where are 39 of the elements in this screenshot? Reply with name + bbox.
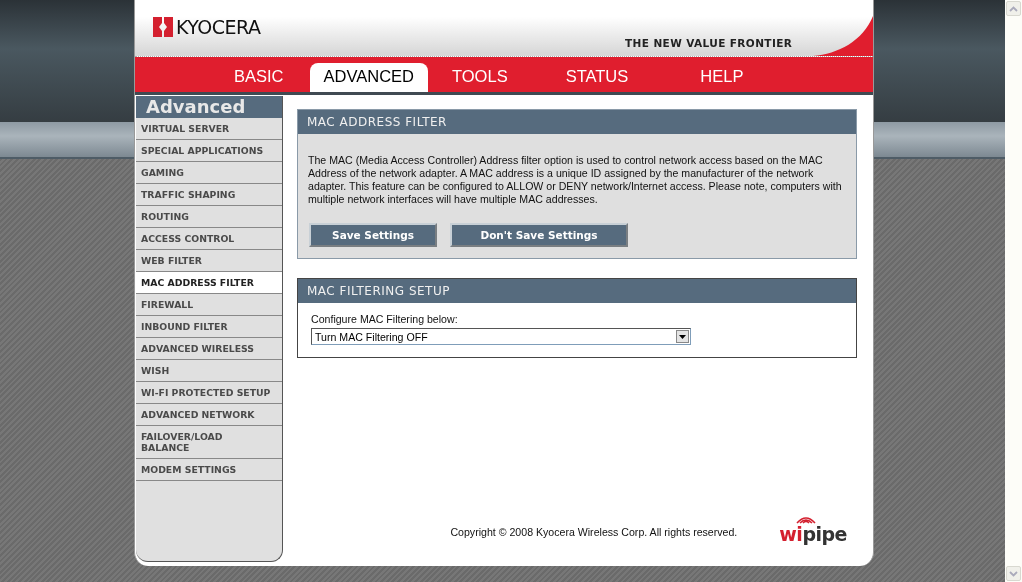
scrollbar[interactable]: [1005, 0, 1022, 582]
settings-button[interactable]: Don't Save Settings: [450, 223, 628, 247]
filtering-select[interactable]: Turn MAC Filtering OFF: [311, 328, 691, 345]
sidebar-item[interactable]: WI-FI PROTECTED SETUP: [136, 382, 282, 404]
chevron-down-icon: [1009, 570, 1018, 577]
sidebar-item[interactable]: GAMING: [136, 162, 282, 184]
sidebar-item[interactable]: TRAFFIC SHAPING: [136, 184, 282, 206]
sidebar-item[interactable]: ADVANCED NETWORK: [136, 404, 282, 426]
settings-button[interactable]: Save Settings: [309, 223, 437, 247]
footer-logo: wipipe: [779, 515, 847, 544]
panel-title: MAC FILTERING SETUP: [298, 279, 856, 303]
field-label: Configure MAC Filtering below:: [311, 313, 459, 325]
sidebar-item[interactable]: FIREWALL: [136, 294, 282, 316]
signal-waves-icon: [796, 515, 817, 524]
scroll-down-button[interactable]: [1006, 566, 1021, 581]
nav-tab[interactable]: ADVANCED: [309, 63, 428, 92]
nav-tab[interactable]: STATUS: [551, 63, 643, 92]
chevron-up-icon: [1009, 5, 1018, 12]
sidebar-title: Advanced: [136, 96, 282, 118]
sidebar-item[interactable]: FAILOVER/LOAD BALANCE: [136, 426, 282, 459]
sidebar-item[interactable]: MODEM SETTINGS: [136, 459, 282, 481]
nav-tab[interactable]: TOOLS: [438, 63, 522, 92]
nav-tab[interactable]: HELP: [686, 63, 758, 92]
sidebar-item[interactable]: INBOUND FILTER: [136, 316, 282, 338]
sidebar-item[interactable]: MAC ADDRESS FILTER: [136, 272, 282, 294]
sidebar-item[interactable]: ADVANCED WIRELESS: [136, 338, 282, 360]
sidebar-item[interactable]: ACCESS CONTROL: [136, 228, 282, 250]
sidebar-item[interactable]: ROUTING: [136, 206, 282, 228]
sidebar-item[interactable]: SPECIAL APPLICATIONS: [136, 140, 282, 162]
panel-title: MAC ADDRESS FILTER: [298, 110, 856, 134]
copyright-text: Copyright © 2008 Kyocera Wireless Corp. All rights reserved.: [450, 526, 738, 538]
logo-mark-icon: [153, 17, 173, 37]
scroll-up-button[interactable]: [1006, 1, 1021, 16]
logo: KYOCERA: [153, 17, 261, 37]
sidebar-item[interactable]: VIRTUAL SERVER: [136, 118, 282, 140]
nav-tab[interactable]: BASIC: [220, 63, 298, 92]
description-text: The MAC (Media Access Controller) Address filter option is used to control network access based on the MAC Address of the network adapter. A MAC address is a unique ID assigned by the manufacturer of the network adapter. This feature can be configured to ALLOW or DENY network/Internet access. Please note, computers with multiple network interfaces will have multiple MAC addresses.: [308, 154, 843, 206]
sidebar-item[interactable]: WISH: [136, 360, 282, 382]
tagline: THE NEW VALUE FRONTIER: [625, 37, 793, 49]
